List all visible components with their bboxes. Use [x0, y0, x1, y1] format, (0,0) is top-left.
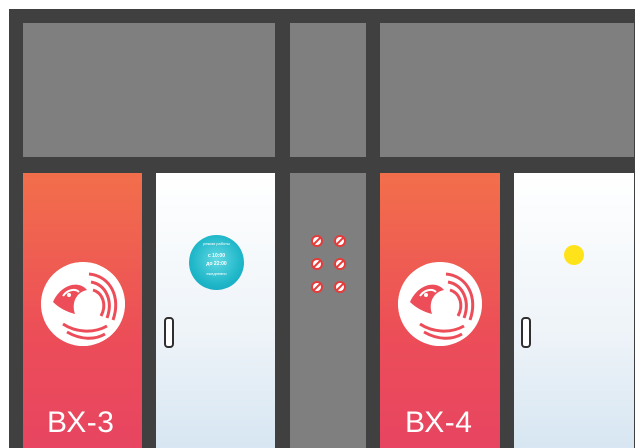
badge-note: ежедневно [206, 271, 227, 276]
yellow-dot-sticker [564, 245, 584, 265]
horizontal-mullion [9, 157, 635, 173]
transom-window-left [23, 23, 275, 157]
glass-door-vx3[interactable] [156, 173, 275, 448]
door-handle-vx3[interactable] [164, 317, 174, 348]
transom-window-right [380, 23, 634, 157]
door-frame-post-left [142, 173, 156, 448]
glass-door-vx4[interactable] [514, 173, 634, 448]
transom-window-center [290, 23, 366, 157]
center-post [290, 173, 366, 448]
no-smoking-sign-icon [334, 235, 346, 247]
badge-close-time: до 22:00 [206, 261, 227, 267]
swallow-logo-icon [41, 262, 125, 346]
badge-open-time: с 10:00 [208, 253, 225, 259]
door-frame-post-center-left [275, 173, 290, 448]
frame-right-edge [634, 9, 635, 448]
no-pets-sign-icon [311, 258, 323, 270]
no-food-sign-icon [334, 258, 346, 270]
door-label-vx3: ВХ-3 [47, 406, 115, 439]
no-scooter-sign-icon [311, 281, 323, 293]
door-label-vx4: ВХ-4 [405, 406, 473, 439]
door-frame-post-right [500, 173, 514, 448]
no-entry-sign-icon [311, 235, 323, 247]
no-drinks-sign-icon [334, 281, 346, 293]
swallow-logo-icon [398, 262, 482, 346]
door-frame-post-center-right [366, 173, 380, 448]
opening-hours-badge: режим работы с 10:00 до 22:00 ежедневно [189, 235, 244, 290]
badge-title: режим работы [203, 241, 230, 246]
door-handle-vx4[interactable] [521, 317, 531, 348]
